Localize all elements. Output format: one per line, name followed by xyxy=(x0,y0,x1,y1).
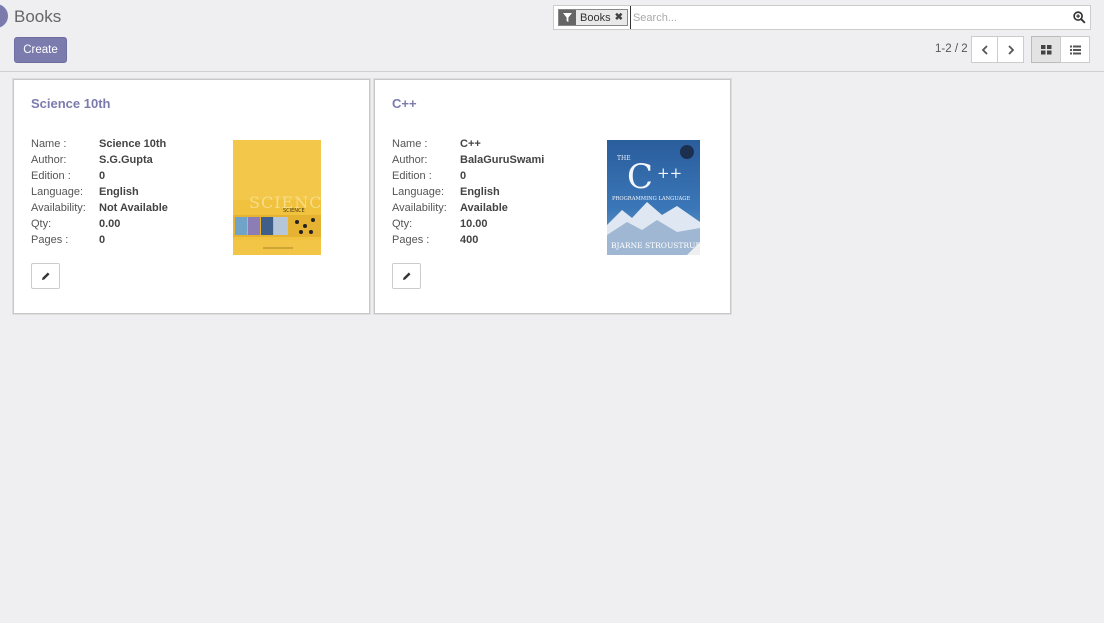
field-label: Name : xyxy=(31,138,67,150)
kanban-view-icon[interactable] xyxy=(1031,36,1061,63)
control-panel-divider xyxy=(0,71,1104,72)
book-card-title[interactable]: Science 10th xyxy=(31,96,111,111)
page-title: Books xyxy=(14,7,62,26)
field-value: 0 xyxy=(460,170,467,182)
field-label: Qty: xyxy=(31,218,52,230)
field-label: Language: xyxy=(31,186,83,198)
search-input[interactable] xyxy=(629,6,1068,29)
pager-previous-button[interactable] xyxy=(971,36,998,63)
book-card-title[interactable]: C++ xyxy=(392,96,417,111)
view-switcher xyxy=(1031,36,1090,63)
cover-author-text: BJARNE STROUSTRUP xyxy=(611,241,700,250)
field-label: Language: xyxy=(392,186,444,198)
field-label: Name : xyxy=(392,138,428,150)
field-label: Author: xyxy=(392,154,428,166)
pencil-icon xyxy=(402,272,410,280)
pager-next-button[interactable] xyxy=(997,36,1024,63)
book-fields: Name : Science 10th Author: S.G.Gupta Edit… xyxy=(31,136,168,248)
field-label: Qty: xyxy=(392,218,413,230)
field-value: English xyxy=(99,186,139,198)
field-value: 0 xyxy=(99,170,106,182)
pager-value[interactable]: 1-2 / 2 xyxy=(935,43,968,55)
list-view-icon[interactable] xyxy=(1060,36,1090,63)
edit-button[interactable] xyxy=(31,263,60,289)
pencil-icon xyxy=(41,272,49,280)
field-label: Pages : xyxy=(392,234,430,246)
search-facet: Books ✖ xyxy=(558,9,628,26)
cover-subtitle-text: PROGRAMMING LANGUAGE xyxy=(612,196,690,202)
field-label: Pages : xyxy=(31,234,69,246)
field-value: S.G.Gupta xyxy=(99,154,153,166)
field-label: Edition : xyxy=(392,170,432,182)
book-cover-image: THE C ++ PROGRAMMING LANGUAGE BJARNE STR… xyxy=(607,140,700,255)
cover-c-text: C xyxy=(627,157,653,197)
pager-buttons xyxy=(971,36,1024,63)
field-label: Edition : xyxy=(31,170,71,182)
cover-subtitle-text: SCIENCE xyxy=(283,208,305,214)
filter-icon xyxy=(559,10,576,25)
field-value: Science 10th xyxy=(99,138,167,150)
field-value: 10.00 xyxy=(460,218,488,230)
field-value: Available xyxy=(460,202,508,214)
field-value: 0.00 xyxy=(99,218,121,230)
search-facet-label: Books xyxy=(580,11,611,24)
cover-plus-text: ++ xyxy=(657,164,682,182)
field-label: Author: xyxy=(31,154,67,166)
facet-remove-icon[interactable]: ✖ xyxy=(615,12,623,23)
field-value: BalaGuruSwami xyxy=(460,154,545,166)
field-value: 0 xyxy=(99,234,106,246)
book-cover-image: SCIENCE SCIENCE xyxy=(233,140,321,255)
field-label: Availability: xyxy=(31,202,86,214)
field-value: 400 xyxy=(460,234,479,246)
field-value: English xyxy=(460,186,500,198)
search-bar: Books ✖ xyxy=(553,5,1091,30)
search-plus-icon[interactable] xyxy=(1068,6,1090,29)
field-value: Not Available xyxy=(99,202,168,214)
field-label: Availability: xyxy=(392,202,447,214)
create-button[interactable]: Create xyxy=(14,37,67,63)
edit-button[interactable] xyxy=(392,263,421,289)
book-card[interactable]: C++ Name : C++ Author: BalaGuruSwami Editi… xyxy=(374,79,731,314)
book-fields: Name : C++ Author: BalaGuruSwami Edition :… xyxy=(392,136,544,248)
app-menu-dot[interactable] xyxy=(0,4,8,28)
book-card[interactable]: Science 10th Name : Science 10th Author: S… xyxy=(13,79,370,314)
field-value: C++ xyxy=(460,138,481,150)
